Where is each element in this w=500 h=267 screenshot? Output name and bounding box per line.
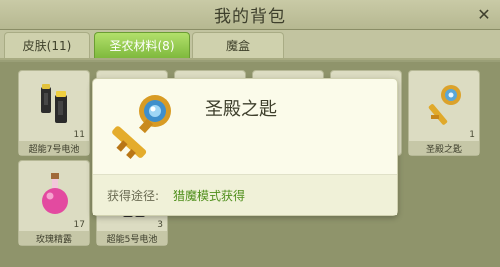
item-name: 圣殿之匙 [205,99,277,120]
window-title: 我的背包 [214,7,286,27]
slot-name: 玫瑰精露 [19,231,89,245]
slot-count: 1 [469,130,475,140]
key-icon [112,95,171,159]
slot-name: 超能7号电池 [19,141,89,155]
item-tooltip: 圣殿之匙 获得途径: 猎魔模式获得 [92,78,398,216]
close-icon[interactable]: ✕ [474,4,494,24]
tab-materials[interactable]: 圣农材料(8) [94,32,190,58]
tab-magic-box[interactable]: 魔盒 [192,32,284,58]
slot-count: 11 [73,130,85,140]
item-source-row: 获得途径: 猎魔模式获得 [93,175,397,215]
inventory-slot[interactable]: 17 玫瑰精露 [18,160,90,246]
inventory-slot[interactable]: 11 超能7号电池 [18,70,90,156]
slot-name: 超能5号电池 [97,231,167,245]
slot-count: 17 [73,220,85,230]
backpack-window: 我的背包 ✕ 皮肤(11) 圣农材料(8) 魔盒 11 超能7号电池 1 圣殿之… [0,0,500,267]
source-value: 猎魔模式获得 [173,188,246,203]
slot-name: 圣殿之匙 [409,141,479,155]
source-label: 获得途径: [107,188,160,203]
tab-skins[interactable]: 皮肤(11) [4,32,90,58]
inventory-slot[interactable]: 1 圣殿之匙 [408,70,480,156]
potion-icon [42,173,68,214]
battery-icon [41,84,67,123]
key-icon [428,85,461,125]
slot-count: 3 [157,220,163,230]
title-bar: 我的背包 ✕ [0,0,500,30]
tab-strip: 皮肤(11) 圣农材料(8) 魔盒 [0,30,500,60]
